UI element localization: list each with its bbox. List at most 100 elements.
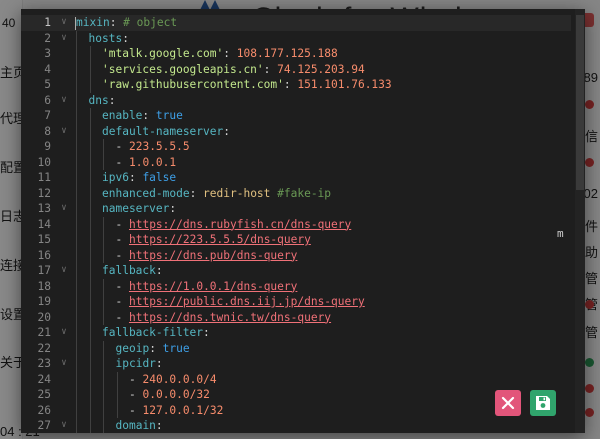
line-number: 1 [44, 16, 51, 29]
code-text: nameserver: [102, 201, 176, 217]
line-number: 26 [37, 403, 51, 417]
indent-guide [89, 247, 91, 263]
code-line[interactable]: 2 ∨ hosts: [21, 30, 571, 47]
code-text: - 223.5.5.5 [116, 139, 190, 155]
code-line[interactable]: 10 - 1.0.0.1 [21, 154, 571, 170]
line-number: 16 [37, 248, 51, 262]
indent-guide [76, 185, 77, 201]
yaml-url-value: https://dns.pub/dns-query [128, 248, 298, 262]
indent-guide [76, 92, 77, 108]
indent-guide [116, 387, 118, 403]
code-line[interactable]: 14 - https://dns.rubyfish.cn/dns-query [21, 216, 571, 232]
editor-scrollbar[interactable] [575, 9, 585, 433]
indent-guide [89, 201, 91, 217]
code-text: fallback: [102, 263, 163, 279]
save-button[interactable] [530, 390, 556, 416]
code-line[interactable]: 16 - https://dns.pub/dns-query [21, 247, 571, 264]
indent-guide [89, 387, 91, 403]
yaml-separator: : [128, 171, 143, 184]
yaml-separator: : [263, 62, 278, 76]
code-text: 'raw.githubusercontent.com': 151.101.76.… [102, 77, 392, 93]
fold-chevron-icon[interactable]: ∨ [57, 263, 71, 279]
line-number: 3 [44, 47, 51, 60]
close-button[interactable] [495, 390, 521, 416]
code-line[interactable]: 11 ipv6: false [21, 170, 571, 186]
indent-guide [76, 371, 77, 387]
fold-chevron-icon[interactable]: ∨ [57, 124, 71, 140]
code-text: ipv6: false [102, 170, 176, 186]
code-line[interactable]: 9 - 223.5.5.5 [21, 139, 571, 155]
indent-guide [76, 263, 77, 279]
code-line[interactable]: 7 enable: true [21, 108, 571, 124]
fold-chevron-icon[interactable]: ∨ [57, 325, 71, 341]
code-line[interactable]: 12 enhanced-mode: redir-host #fake-ip [21, 185, 571, 201]
fold-chevron-icon[interactable]: ∨ [57, 201, 71, 217]
code-line[interactable]: 27 ∨ domain: [21, 418, 571, 433]
indent-guide [76, 309, 77, 325]
code-line[interactable]: 8 ∨ default-nameserver: [21, 123, 571, 140]
code-line[interactable]: 20 - https://dns.twnic.tw/dns-query [21, 309, 571, 325]
line-number: 8 [44, 124, 51, 138]
yaml-separator: : [155, 264, 163, 277]
indent-guide [76, 340, 77, 356]
code-line[interactable]: 3 'mtalk.google.com': 108.177.125.188 [21, 46, 571, 62]
code-line[interactable]: 4 'services.googleapis.cn': 74.125.203.94 [21, 61, 571, 77]
indent-guide [76, 154, 77, 170]
code-editor[interactable]: 1 ∨ mixin: # object 2 ∨ hosts: 3'mtalk.google.… [21, 15, 571, 433]
code-text: hosts: [89, 31, 129, 47]
floppy-disk-icon [536, 396, 550, 410]
code-text: - 240.0.0.0/4 [129, 372, 217, 388]
fold-chevron-icon[interactable]: ∨ [57, 31, 71, 47]
yaml-separator: : [142, 109, 156, 122]
yaml-separator: : [283, 78, 298, 91]
yaml-value: redir-host [203, 186, 271, 200]
list-dash: - [129, 388, 143, 401]
indent-guide [76, 139, 77, 155]
code-line[interactable]: 15 - https://223.5.5.5/dns-query [21, 232, 571, 248]
code-line[interactable]: 18 - https://1.0.0.1/dns-query [21, 278, 571, 294]
yaml-separator: : [203, 326, 210, 339]
code-line[interactable]: 26 - 127.0.0.1/32 [21, 402, 571, 418]
yaml-key: default-nameserver [102, 124, 224, 138]
indent-guide [116, 371, 118, 387]
side-marker: m [557, 227, 564, 240]
code-line[interactable]: 17 ∨ fallback: [21, 263, 571, 279]
indent-guide [76, 232, 77, 248]
indent-guide [89, 294, 91, 310]
line-number: 17 [37, 264, 51, 277]
code-line[interactable]: 6 ∨ dns: [21, 92, 571, 109]
code-text: - https://dns.pub/dns-query [116, 248, 298, 264]
list-dash: - [115, 155, 129, 169]
code-line[interactable]: 24 - 240.0.0.0/4 [21, 371, 571, 388]
indent-guide [103, 356, 104, 372]
yaml-number-value: 108.177.125.188 [236, 47, 338, 60]
code-line[interactable]: 21 ∨ fallback-filter: [21, 325, 571, 341]
fold-chevron-icon[interactable]: ∨ [57, 418, 71, 433]
indent-guide [76, 61, 77, 77]
fold-chevron-icon[interactable]: ∨ [57, 15, 71, 31]
indent-guide [89, 309, 91, 325]
indent-guide [103, 340, 104, 356]
code-line[interactable]: 19 - https://public.dns.iij.jp/dns-query [21, 294, 571, 310]
yaml-quoted-key: 'services.googleapis.cn' [102, 62, 264, 76]
fold-chevron-icon[interactable]: ∨ [57, 93, 71, 109]
indent-guide [103, 232, 104, 248]
indent-guide [103, 154, 104, 170]
editor-scrollbar-thumb[interactable] [576, 15, 584, 190]
yaml-separator: : [155, 419, 163, 432]
code-line[interactable]: 23 ∨ ipcidr: [21, 356, 571, 372]
fold-chevron-icon[interactable]: ∨ [57, 356, 71, 372]
yaml-separator: : [169, 202, 177, 215]
indent-guide [89, 154, 91, 170]
code-line[interactable]: 25 - 0.0.0.0/32 [21, 387, 571, 403]
indent-guide [89, 340, 91, 356]
code-line[interactable]: 5 'raw.githubusercontent.com': 151.101.76… [21, 77, 571, 93]
code-text: - https://public.dns.iij.jp/dns-query [116, 294, 365, 310]
indent-guide [103, 247, 104, 263]
yaml-key: hosts [88, 31, 123, 45]
code-line[interactable]: 1 ∨ mixin: # object [21, 15, 571, 31]
yaml-comment: # object [123, 16, 178, 29]
code-line[interactable]: 13 ∨ nameserver: [21, 201, 571, 217]
code-text: dns: [89, 93, 116, 109]
code-line[interactable]: 22 geoip: true [21, 340, 571, 356]
